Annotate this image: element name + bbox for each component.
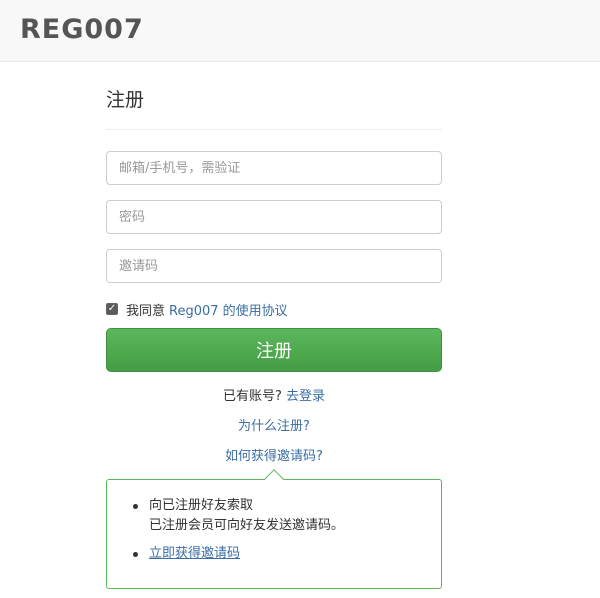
get-invite-now-link[interactable]: 立即获得邀请码: [149, 546, 240, 561]
invite-tips-popover: 向已注册好友索取 已注册会员可向好友发送邀请码。 立即获得邀请码: [106, 469, 442, 589]
list-item: 向已注册好友索取 已注册会员可向好友发送邀请码。: [133, 496, 441, 536]
login-row: 已有账号? 去登录: [106, 385, 442, 404]
tips-list: 向已注册好友索取 已注册会员可向好友发送邀请码。 立即获得邀请码: [107, 480, 441, 564]
how-get-invite-link[interactable]: 如何获得邀请码?: [225, 449, 323, 464]
terms-link[interactable]: Reg007 的使用协议: [169, 300, 288, 319]
have-account-text: 已有账号?: [222, 389, 282, 404]
how-invite-row: 如何获得邀请码?: [106, 445, 442, 464]
top-navbar: REG007: [0, 0, 600, 62]
agree-checkbox[interactable]: ✓: [106, 303, 118, 315]
page-title: 注册: [106, 80, 442, 130]
password-input[interactable]: [106, 200, 442, 234]
agreement-row: ✓ 我同意 Reg007 的使用协议: [106, 300, 288, 319]
brand-logo[interactable]: REG007: [20, 14, 144, 45]
agree-label: 我同意: [126, 303, 166, 319]
tip-line-1: 向已注册好友索取: [149, 498, 254, 513]
login-link[interactable]: 去登录: [286, 389, 325, 404]
invite-code-input[interactable]: [106, 249, 442, 283]
account-input[interactable]: [106, 151, 442, 185]
tip-line-2: 已注册会员可向好友发送邀请码。: [149, 518, 345, 533]
why-register-row: 为什么注册?: [106, 415, 442, 434]
list-item: 立即获得邀请码: [133, 544, 441, 564]
register-button[interactable]: 注册: [106, 328, 442, 372]
register-panel: 注册: [106, 80, 442, 130]
why-register-link[interactable]: 为什么注册?: [238, 419, 310, 434]
